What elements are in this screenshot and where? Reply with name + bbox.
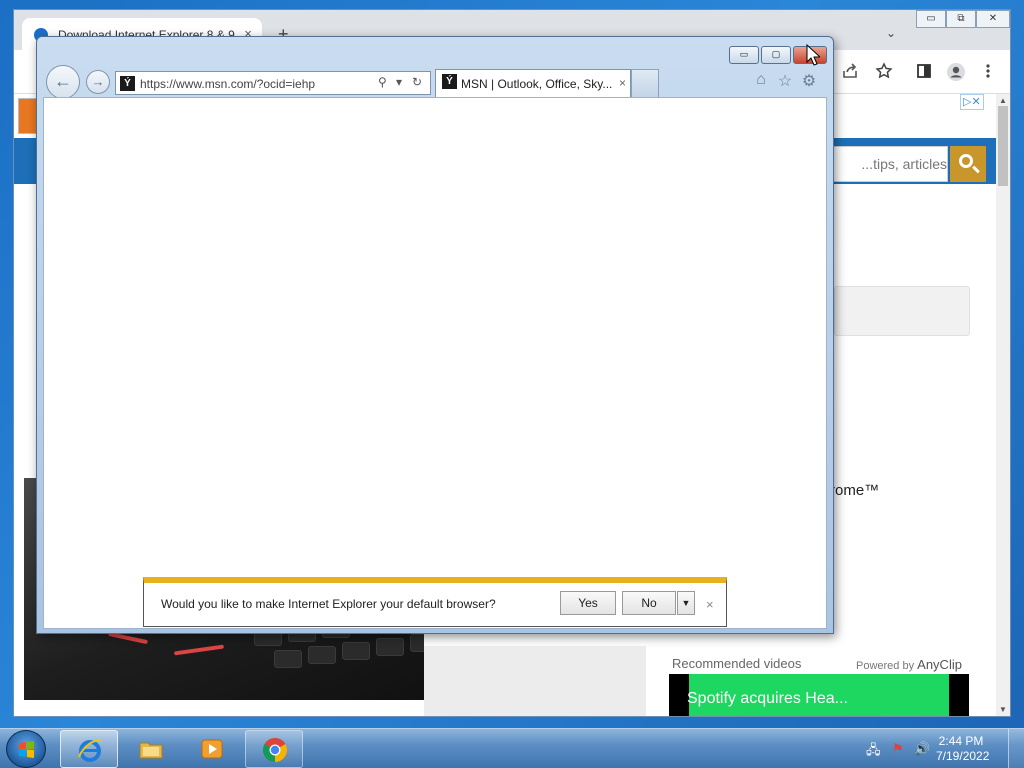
ie-tab-close-icon[interactable]: ×: [619, 76, 626, 90]
ie-tab-title: MSN | Outlook, Office, Sky...: [461, 77, 613, 91]
clock-time: 2:44 PM: [938, 734, 984, 748]
ad-choices-badge[interactable]: ▷✕: [960, 94, 984, 110]
ie-page-content: [43, 97, 827, 629]
default-browser-notification: Would you like to make Internet Explorer…: [143, 577, 727, 627]
taskbar: 🖧 ⚑ 🔊 2:44 PM 7/19/2022: [0, 728, 1024, 768]
taskbar-media-player[interactable]: [183, 730, 241, 768]
ie-minimize-button[interactable]: ▭: [729, 46, 759, 64]
taskbar-file-explorer[interactable]: [122, 730, 180, 768]
scroll-down-icon[interactable]: ▼: [999, 705, 1007, 714]
folder-icon: [139, 742, 163, 759]
address-search-icon[interactable]: ⚲: [378, 75, 387, 89]
volume-icon[interactable]: 🔊: [914, 741, 930, 757]
notification-message: Would you like to make Internet Explorer…: [161, 597, 496, 611]
network-icon[interactable]: 🖧: [866, 741, 881, 763]
internet-explorer-window: ▭ ▢ ✕ ← → Ý https://www.msn.com/?ocid=ie…: [36, 36, 834, 634]
internet-explorer-icon: [78, 739, 102, 762]
site-logo[interactable]: [18, 98, 38, 134]
ie-back-button[interactable]: ←: [46, 65, 80, 99]
chrome-tab-search-icon[interactable]: ⌄: [886, 26, 896, 40]
system-clock[interactable]: 2:44 PM 7/19/2022: [936, 734, 990, 764]
side-panel-icon[interactable]: [914, 62, 934, 82]
chrome-scrollbar[interactable]: ▲ ▼: [996, 94, 1010, 716]
ie-new-tab-button[interactable]: [631, 69, 659, 97]
start-button[interactable]: [6, 730, 46, 768]
ie-address-url[interactable]: https://www.msn.com/?ocid=iehp: [140, 77, 315, 91]
media-player-icon: [201, 739, 223, 759]
scroll-up-icon[interactable]: ▲: [999, 96, 1007, 105]
no-options-dropdown-icon[interactable]: ▼: [677, 591, 695, 615]
profile-avatar-icon[interactable]: [946, 62, 966, 82]
favorites-star-icon[interactable]: ☆: [775, 71, 795, 91]
refresh-icon[interactable]: ↻: [412, 75, 422, 89]
chrome-menu-icon[interactable]: [978, 62, 998, 82]
ie-address-bar[interactable]: Ý https://www.msn.com/?ocid=iehp ⚲ ▾ ↻: [115, 71, 431, 95]
bookmark-star-icon[interactable]: [874, 62, 894, 82]
taskbar-google-chrome[interactable]: [245, 730, 303, 768]
chrome-close-button[interactable]: ✕: [976, 10, 1010, 28]
windows-logo-icon: [19, 741, 34, 758]
ie-forward-button[interactable]: →: [86, 70, 110, 94]
video-footer-area: [424, 646, 646, 716]
powered-by-label: Powered by AnyClip: [856, 657, 962, 672]
ie-tab-msn[interactable]: Ý MSN | Outlook, Office, Sky... ×: [435, 69, 631, 97]
scrollbar-thumb[interactable]: [998, 106, 1008, 186]
share-icon[interactable]: [840, 62, 860, 82]
ie-maximize-button[interactable]: ▢: [761, 46, 791, 64]
mouse-cursor-icon: [806, 44, 820, 66]
spotify-video-card[interactable]: Spotify acquires Hea...: [669, 674, 969, 716]
chrome-minimize-button[interactable]: ▭: [916, 10, 946, 28]
no-button[interactable]: No: [622, 591, 676, 615]
site-search-input[interactable]: tips, articles...: [814, 146, 948, 182]
msn-favicon-icon: Ý: [120, 76, 135, 91]
address-dropdown-icon[interactable]: ▾: [396, 75, 402, 89]
clock-date: 7/19/2022: [936, 749, 990, 763]
content-card: [834, 286, 970, 336]
chrome-restore-button[interactable]: ⧉: [946, 10, 976, 28]
search-icon: [959, 154, 973, 168]
article-heading-fragment: rome™: [830, 482, 880, 499]
taskbar-internet-explorer[interactable]: [60, 730, 118, 768]
show-desktop-button[interactable]: [1008, 729, 1024, 768]
action-center-flag-icon[interactable]: ⚑: [892, 741, 904, 757]
chrome-icon: [262, 738, 288, 762]
notification-close-icon[interactable]: ×: [706, 597, 714, 612]
tools-gear-icon[interactable]: ⚙: [799, 71, 819, 91]
msn-tab-favicon-icon: Ý: [442, 74, 457, 89]
recommended-videos-label: Recommended videos: [672, 656, 802, 671]
video-title: Spotify acquires Hea...: [687, 690, 848, 707]
home-icon[interactable]: ⌂: [751, 71, 771, 91]
anyclip-brand: AnyClip: [917, 657, 962, 672]
yes-button[interactable]: Yes: [560, 591, 616, 615]
site-search-placeholder: tips, articles...: [861, 156, 947, 172]
site-search-button[interactable]: [950, 146, 986, 182]
